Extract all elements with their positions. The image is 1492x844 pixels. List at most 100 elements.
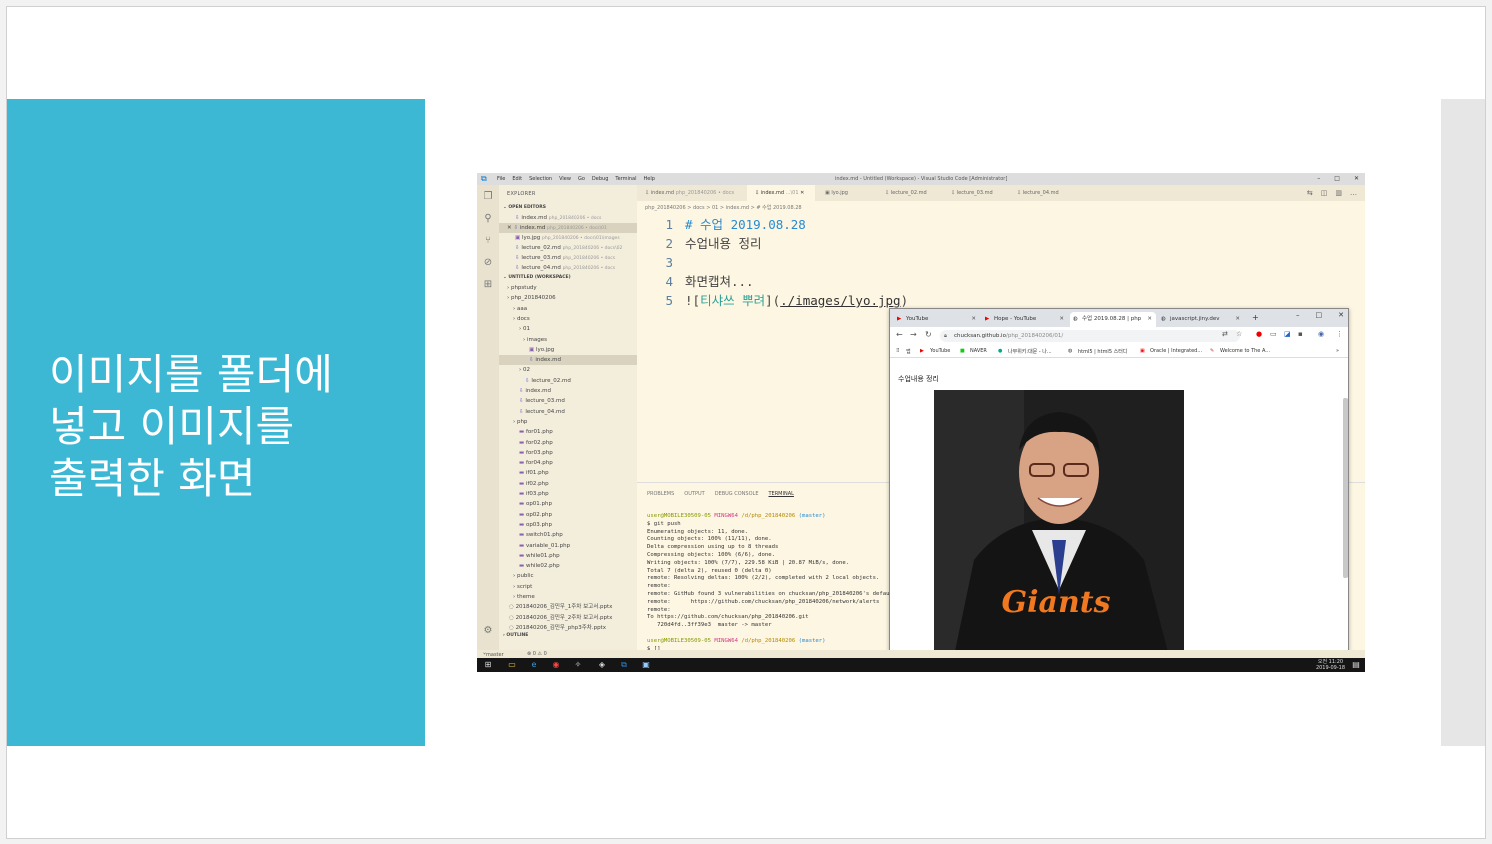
tree-item[interactable]: › images xyxy=(499,335,637,345)
workspace-header[interactable]: ⌄ UNTITLED (WORKSPACE) xyxy=(499,273,637,283)
tab-lecture-04[interactable]: ⇩ lecture_04.md xyxy=(1009,185,1073,201)
tab-index-01[interactable]: ⇩ index.md ...\01 ✕ xyxy=(747,185,815,201)
bookmarks-overflow[interactable]: » xyxy=(1336,348,1339,354)
extensions-icon[interactable]: ⊞ xyxy=(482,279,494,291)
apps-icon[interactable]: ⠿ xyxy=(896,348,900,354)
tree-item[interactable]: ◌ 201840206_김민우_2주차 보고서.pptx xyxy=(499,613,637,623)
close-icon[interactable]: ✕ xyxy=(971,312,976,327)
chrome-tab-hope[interactable]: ▶ Hope - YouTube ✕ xyxy=(982,312,1068,327)
menu-help[interactable]: Help xyxy=(644,176,655,182)
menu-dots-icon[interactable]: ⋮ xyxy=(1336,330,1343,338)
forward-arrow-icon[interactable]: → xyxy=(910,330,917,339)
close-icon[interactable]: ✕ xyxy=(1147,312,1152,327)
tab-problems[interactable]: PROBLEMS xyxy=(647,491,674,497)
menu-debug[interactable]: Debug xyxy=(592,176,608,182)
app-icon[interactable]: ◈ xyxy=(597,660,607,670)
tree-item[interactable]: › phpstudy xyxy=(499,283,637,293)
menu-file[interactable]: File xyxy=(497,176,505,182)
avatar[interactable]: ◉ xyxy=(1318,330,1324,338)
close-icon[interactable]: ✕ xyxy=(1059,312,1064,327)
bookmark-item[interactable]: 앱 xyxy=(906,348,911,355)
menu-edit[interactable]: Edit xyxy=(512,176,522,182)
branch-indicator[interactable]: ⑂ master xyxy=(483,651,504,658)
open-file-item[interactable]: ▣ lyo.jpg php_201840206 • docs\01\images xyxy=(499,233,637,243)
tree-item[interactable]: ▬ for02.php xyxy=(499,438,637,448)
file-explorer-icon[interactable]: ▭ xyxy=(507,660,517,670)
back-arrow-icon[interactable]: ← xyxy=(896,330,903,339)
maximize-button[interactable]: □ xyxy=(1334,175,1340,182)
bookmark-item[interactable]: 나무위키:대문 - 나... xyxy=(1008,348,1052,355)
tab-index-docs[interactable]: ⇩ index.md php_201840206 • docs xyxy=(637,185,745,201)
tree-item[interactable]: ◌ 201840206_김민우_1주차 보고서.pptx xyxy=(499,602,637,612)
close-button[interactable]: ✕ xyxy=(1354,175,1359,182)
tab-debug-console[interactable]: DEBUG CONSOLE xyxy=(715,491,759,497)
tree-item[interactable]: ▣ lyo.jpg xyxy=(499,345,637,355)
chrome-icon[interactable]: ◉ xyxy=(551,660,561,670)
debug-icon[interactable]: ⊘ xyxy=(482,257,494,269)
tree-item[interactable]: ▬ while02.php xyxy=(499,561,637,571)
tree-item[interactable]: › theme xyxy=(499,592,637,602)
app-icon[interactable]: ✧ xyxy=(573,660,583,670)
open-changes-icon[interactable]: ⇆ xyxy=(1307,189,1313,197)
tree-item[interactable]: › docs xyxy=(499,314,637,324)
open-file-item[interactable]: ⇩ lecture_04.md php_201840206 • docs xyxy=(499,263,637,273)
close-button[interactable]: ✕ xyxy=(1338,311,1344,319)
tab-output[interactable]: OUTPUT xyxy=(684,491,704,497)
app-icon[interactable]: ▣ xyxy=(641,660,651,670)
code-editor[interactable]: 1 # 수업 2019.08.28 2 수업내용 정리 3 4 화면캡쳐... 5 ![… xyxy=(657,215,908,310)
tree-item[interactable]: ⇩ lecture_02.md xyxy=(499,376,637,386)
outline-header[interactable]: › OUTLINE xyxy=(499,631,637,641)
tab-lyo-jpg[interactable]: ▣ lyo.jpg xyxy=(817,185,875,201)
tree-item[interactable]: ⇩ lecture_03.md xyxy=(499,396,637,406)
tree-item[interactable]: › aaa xyxy=(499,304,637,314)
extension-icon[interactable]: ◪ xyxy=(1284,330,1291,338)
minimize-button[interactable]: – xyxy=(1296,311,1300,319)
tree-item[interactable]: ▬ op03.php xyxy=(499,520,637,530)
menu-view[interactable]: View xyxy=(559,176,571,182)
more-icon[interactable]: … xyxy=(1350,189,1357,197)
terminal-output[interactable]: user@MOBILE30509-05 MINGW64 /d/php_20184… xyxy=(647,513,896,653)
menu-terminal[interactable]: Terminal xyxy=(615,176,636,182)
open-file-item[interactable]: ⇩ index.md php_201840206 • docs xyxy=(499,213,637,223)
chrome-tab-lecture[interactable]: ◍ 수업 2019.08.28 | php ✕ xyxy=(1070,312,1156,327)
tree-item[interactable]: ▬ for03.php xyxy=(499,448,637,458)
close-icon[interactable]: ✕ xyxy=(1235,312,1240,327)
extension-icon[interactable]: ▪ xyxy=(1298,330,1303,338)
tree-item[interactable]: ▬ for01.php xyxy=(499,427,637,437)
chrome-tab-javascript[interactable]: ◍ javascript.jiny.dev ✕ xyxy=(1158,312,1244,327)
search-icon[interactable]: ⚲ xyxy=(482,213,494,225)
system-clock[interactable]: 오전 11:20 2019-09-18 xyxy=(1316,659,1345,671)
tree-item[interactable]: ▬ variable_01.php xyxy=(499,541,637,551)
bookmark-item[interactable]: html5 | html5 스터디 xyxy=(1078,348,1127,355)
tree-item[interactable]: › 01 xyxy=(499,324,637,334)
tree-item[interactable]: ⇩ lecture_04.md xyxy=(499,407,637,417)
address-bar[interactable]: 🔒︎ chucksan.github.io/php_201840206/01/ xyxy=(940,330,1240,342)
open-file-item[interactable]: ⇩ lecture_02.md php_201840206 • docs\02 xyxy=(499,243,637,253)
problems-indicator[interactable]: ⊗ 0 ⚠ 0 xyxy=(527,651,547,657)
tree-item[interactable]: ▬ if02.php xyxy=(499,479,637,489)
opera-icon[interactable]: ● xyxy=(1256,330,1262,338)
tab-terminal[interactable]: TERMINAL xyxy=(768,491,793,497)
tree-item[interactable]: ▬ op02.php xyxy=(499,510,637,520)
page-scrollbar[interactable] xyxy=(1343,398,1348,578)
tree-item[interactable]: › 02 xyxy=(499,365,637,375)
maximize-button[interactable]: □ xyxy=(1316,311,1323,319)
bookmark-item[interactable]: YouTube xyxy=(930,348,950,354)
bookmark-item[interactable]: NAVER xyxy=(970,348,987,354)
notification-icon[interactable]: ▤ xyxy=(1351,660,1361,670)
menu-selection[interactable]: Selection xyxy=(529,176,552,182)
new-tab-button[interactable]: + xyxy=(1252,313,1259,322)
tree-item[interactable]: › public xyxy=(499,571,637,581)
open-file-item[interactable]: ⇩ lecture_03.md php_201840206 • docs xyxy=(499,253,637,263)
tree-item[interactable]: ⇩ index.md xyxy=(499,386,637,396)
tree-item[interactable]: ▬ switch01.php xyxy=(499,530,637,540)
edge-icon[interactable]: e xyxy=(529,660,539,670)
open-editors-header[interactable]: ⌄ OPEN EDITORS xyxy=(499,203,637,213)
tree-item[interactable]: ▬ for04.php xyxy=(499,458,637,468)
gear-icon[interactable]: ⚙ xyxy=(482,625,494,637)
translate-icon[interactable]: ⇄ xyxy=(1222,330,1228,338)
minimize-button[interactable]: – xyxy=(1317,175,1320,182)
bookmark-item[interactable]: Oracle | Integrated... xyxy=(1150,348,1202,354)
extension-icon[interactable]: ▭ xyxy=(1270,330,1277,338)
tree-item[interactable]: › php xyxy=(499,417,637,427)
